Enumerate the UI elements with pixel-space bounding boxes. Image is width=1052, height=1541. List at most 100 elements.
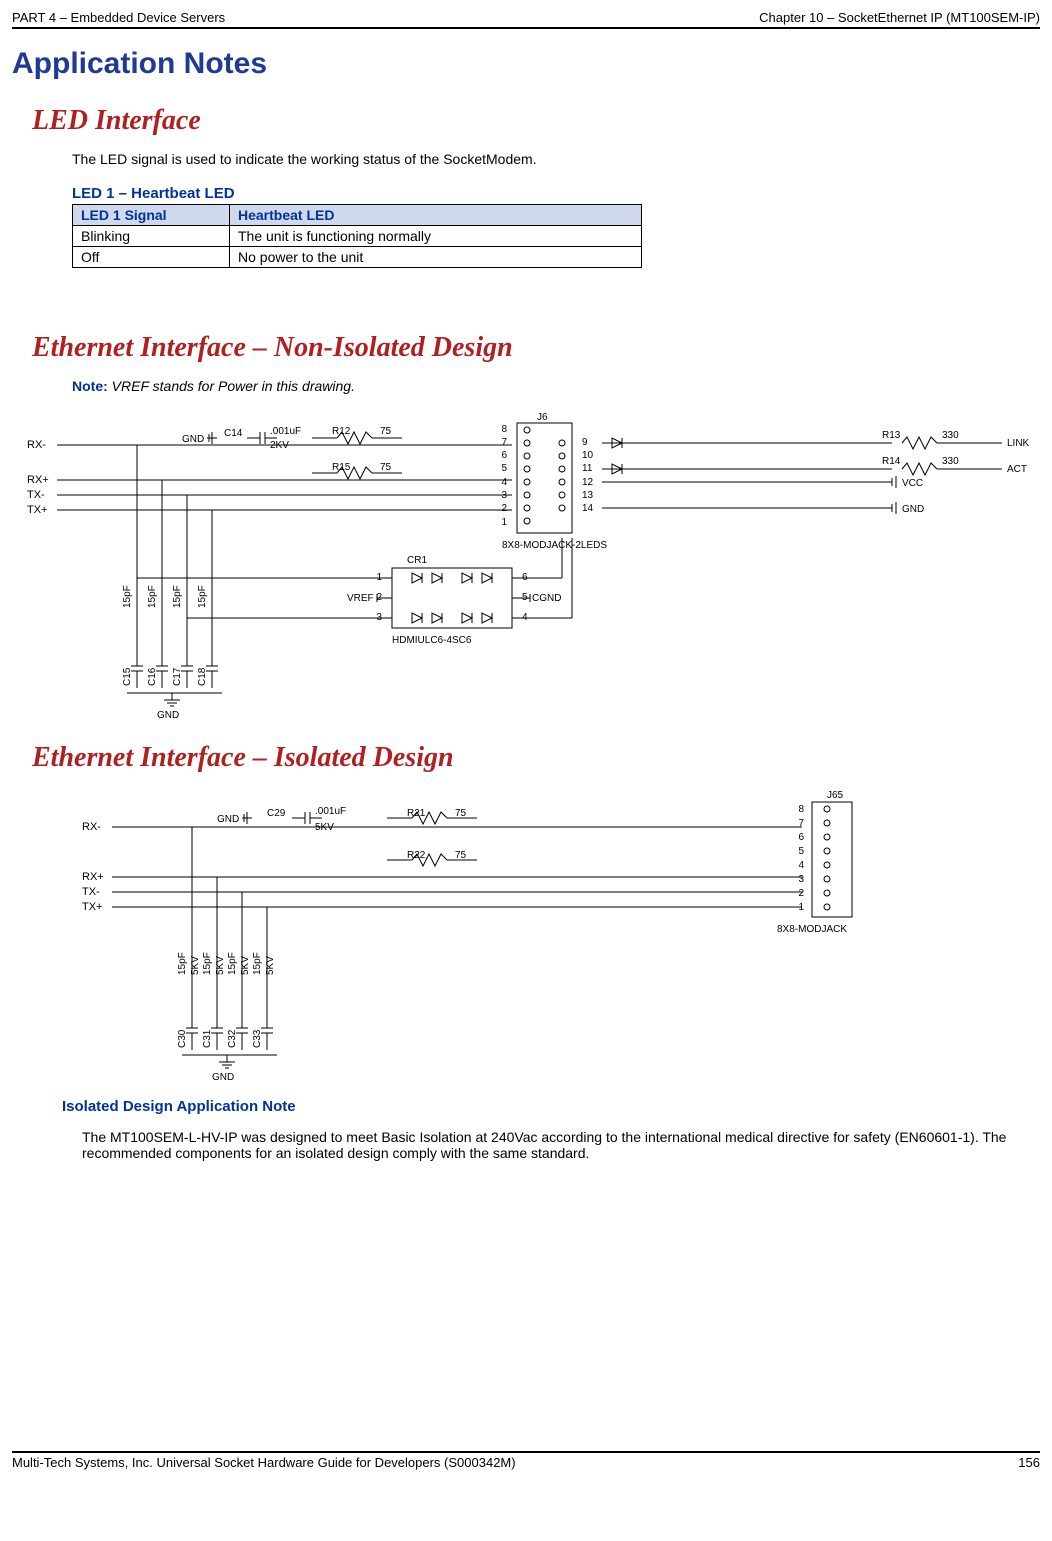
label-c29: C29: [267, 808, 286, 819]
svg-text:15pF: 15pF: [172, 585, 183, 608]
svg-text:2: 2: [501, 503, 507, 514]
svg-text:5KV: 5KV: [265, 956, 276, 975]
label-tx-plus: TX+: [82, 901, 102, 913]
cell-desc: No power to the unit: [230, 247, 642, 268]
svg-text:C32: C32: [227, 1029, 238, 1048]
svg-text:5: 5: [501, 463, 507, 474]
svg-text:C15: C15: [122, 667, 133, 686]
label-rx-plus: RX+: [27, 474, 49, 486]
label-c29v: .001uF: [315, 806, 346, 817]
svg-text:12: 12: [582, 477, 594, 488]
cap-c31: 15pF 5KV C31: [202, 952, 226, 1050]
svg-text:1: 1: [501, 517, 507, 528]
label-gnd2: GND: [212, 1072, 234, 1080]
table-row: LED 1 Signal Heartbeat LED: [73, 205, 642, 226]
label-hdmi: HDMIULC6-4SC6: [392, 635, 472, 646]
cap-c30: 15pF 5KV C30: [177, 952, 201, 1050]
label-tx-minus: TX-: [27, 489, 45, 501]
label-c29r: 5KV: [315, 822, 334, 833]
label-modjack: 8X8-MODJACK-2LEDS: [502, 540, 607, 551]
cap-c16: 15pF C16: [147, 585, 168, 688]
led-table-title: LED 1 – Heartbeat LED: [72, 185, 1040, 202]
th-signal: LED 1 Signal: [73, 205, 230, 226]
section-eth-noniso: Ethernet Interface – Non-Isolated Design: [32, 332, 1040, 364]
th-desc: Heartbeat LED: [230, 205, 642, 226]
label-rx-minus: RX-: [27, 439, 46, 451]
note-label: Note:: [72, 378, 108, 394]
svg-text:4: 4: [501, 477, 507, 488]
section-eth-iso: Ethernet Interface – Isolated Design: [32, 742, 1040, 774]
svg-text:15pF: 15pF: [177, 952, 188, 975]
label-gnd2: GND: [902, 504, 924, 515]
label-r14: R14: [882, 456, 901, 467]
schematic-iso: RX- RX+ TX- TX+ GND C29 .001uF 5KV R21: [12, 780, 912, 1080]
label-vref: VREF: [347, 593, 374, 604]
label-gnd-bottom: GND: [157, 710, 179, 718]
svg-text:C18: C18: [197, 667, 208, 686]
svg-text:6: 6: [501, 450, 507, 461]
label-r14v: 330: [942, 456, 959, 467]
diagram-iso: RX- RX+ TX- TX+ GND C29 .001uF 5KV R21: [12, 780, 1040, 1080]
label-gnd: GND: [217, 814, 239, 825]
svg-text:15pF: 15pF: [197, 585, 208, 608]
table-row: Blinking The unit is functioning normall…: [73, 226, 642, 247]
label-rx-minus: RX-: [82, 821, 101, 833]
label-r21v: 75: [455, 808, 467, 819]
led-intro: The LED signal is used to indicate the w…: [72, 151, 1040, 167]
svg-text:C31: C31: [202, 1029, 213, 1048]
schematic-noniso: RX- RX+ TX- TX+ GND C14 .001uF 2KV R12: [12, 408, 1052, 718]
footer-left: Multi-Tech Systems, Inc. Universal Socke…: [12, 1455, 516, 1470]
page-footer: Multi-Tech Systems, Inc. Universal Socke…: [12, 1451, 1040, 1470]
cell-signal: Off: [73, 247, 230, 268]
label-rx-plus: RX+: [82, 871, 104, 883]
label-c14r: 2KV: [270, 440, 289, 451]
svg-text:5KV: 5KV: [240, 956, 251, 975]
svg-text:3: 3: [501, 490, 507, 501]
svg-text:7: 7: [501, 437, 507, 448]
svg-text:5: 5: [798, 846, 804, 857]
label-c14v: .001uF: [270, 426, 301, 437]
svg-text:8: 8: [501, 424, 507, 435]
svg-text:5KV: 5KV: [215, 956, 226, 975]
svg-text:C17: C17: [172, 667, 183, 686]
svg-text:11: 11: [582, 463, 593, 474]
svg-text:14: 14: [582, 503, 594, 514]
label-j65: J65: [827, 790, 844, 801]
cap-c33: 15pF 5KV C33: [252, 952, 276, 1050]
label-r13v: 330: [942, 430, 959, 441]
svg-text:4: 4: [798, 860, 804, 871]
label-r15v: 75: [380, 462, 392, 473]
label-j6: J6: [537, 412, 548, 423]
svg-text:10: 10: [582, 450, 594, 461]
label-r12v: 75: [380, 426, 392, 437]
section-led-interface: LED Interface: [32, 105, 1040, 137]
diagram-noniso: RX- RX+ TX- TX+ GND C14 .001uF 2KV R12: [12, 408, 1040, 718]
note-text: VREF stands for Power in this drawing.: [112, 378, 355, 394]
svg-text:5KV: 5KV: [190, 956, 201, 975]
svg-text:6: 6: [798, 832, 804, 843]
svg-text:8: 8: [798, 804, 804, 815]
label-c14: C14: [224, 428, 243, 439]
svg-text:15pF: 15pF: [147, 585, 158, 608]
label-r13: R13: [882, 430, 901, 441]
cap-c15: 15pF C15: [122, 585, 143, 688]
cap-c17: 15pF C17: [172, 585, 193, 688]
svg-text:15pF: 15pF: [202, 952, 213, 975]
j6-pins-left: 8 7 6 5 4 3 2 1: [501, 424, 530, 528]
label-act: ACT: [1007, 464, 1027, 475]
label-link: LINK: [1007, 438, 1030, 449]
led-table: LED 1 Signal Heartbeat LED Blinking The …: [72, 204, 642, 268]
label-gnd: GND: [182, 434, 204, 445]
svg-text:C30: C30: [177, 1029, 188, 1048]
svg-text:15pF: 15pF: [252, 952, 263, 975]
svg-text:1: 1: [798, 902, 804, 913]
page-title: Application Notes: [12, 47, 1040, 81]
header-left: PART 4 – Embedded Device Servers: [12, 10, 225, 25]
label-cr1: CR1: [407, 555, 427, 566]
cap-c32: 15pF 5KV C32: [227, 952, 251, 1050]
page-header: PART 4 – Embedded Device Servers Chapter…: [12, 10, 1040, 29]
svg-text:2: 2: [798, 888, 804, 899]
label-vcc: VCC: [902, 478, 923, 489]
label-tx-minus: TX-: [82, 886, 100, 898]
label-tx-plus: TX+: [27, 504, 47, 516]
